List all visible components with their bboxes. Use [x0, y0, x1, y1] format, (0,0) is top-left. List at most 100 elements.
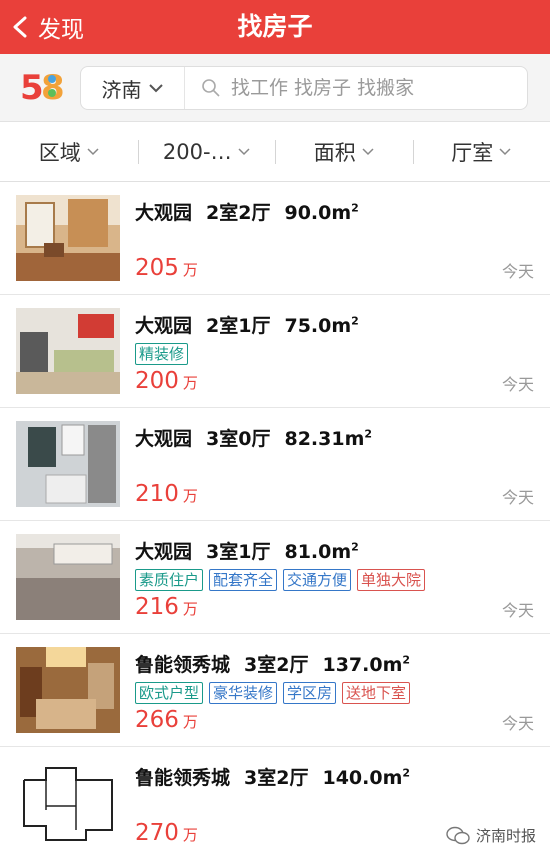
city-selector[interactable]: 济南	[81, 67, 185, 109]
floor-area: 81.0m2	[284, 540, 359, 563]
community-name: 大观园	[135, 202, 193, 224]
feature-tag: 学区房	[283, 682, 337, 704]
listing-headline: 大观园 3室1厅 81.0m2	[135, 537, 359, 564]
feature-tag: 配套齐全	[209, 569, 278, 591]
tag-list: 素质住户 配套齐全 交通方便 单独大院	[135, 569, 426, 591]
filter-label: 厅室	[451, 140, 494, 165]
listing-photo	[16, 195, 120, 281]
feature-tag: 精装修	[135, 343, 189, 365]
listing-photo	[16, 534, 120, 620]
room-layout: 3室2厅	[244, 767, 309, 789]
chevron-down-icon	[362, 147, 374, 155]
back-button[interactable]: 发现	[10, 8, 84, 46]
city-label: 济南	[101, 77, 142, 102]
feature-tag: 交通方便	[283, 569, 352, 591]
community-name: 鲁能领秀城	[135, 767, 231, 789]
watermark: 济南时报	[446, 825, 536, 846]
listing-headline: 大观园 3室0厅 82.31m2	[135, 424, 372, 451]
listing-price: 210 万	[135, 481, 198, 507]
feature-tag: 素质住户	[135, 569, 204, 591]
listing-headline: 鲁能领秀城 3室2厅 137.0m2	[135, 650, 410, 677]
listing-price: 266 万	[135, 707, 198, 733]
listing-headline: 大观园 2室2厅 90.0m2	[135, 198, 359, 225]
brand-58-logo[interactable]: 5 8	[20, 66, 68, 106]
listing-photo	[16, 421, 120, 507]
listing-date: 今天	[501, 488, 534, 507]
listing-list: 大观园 2室2厅 90.0m2 205 万 今天 大观园 2室1厅 75.0m2 精装修 …	[0, 182, 550, 860]
price-unit: 万	[182, 374, 198, 392]
community-name: 大观园	[135, 315, 193, 337]
logo-dot-green	[48, 89, 56, 97]
price-unit: 万	[182, 826, 198, 844]
filter-price[interactable]: 200-…	[137, 122, 276, 181]
logo-digit-8: 8	[41, 68, 65, 106]
listing-price: 216 万	[135, 594, 198, 620]
room-layout: 3室2厅	[244, 654, 309, 676]
listing-item[interactable]: 大观园 3室0厅 82.31m2 210 万 今天	[0, 408, 550, 521]
tag-list: 精装修	[135, 343, 189, 365]
listing-headline: 鲁能领秀城 3室2厅 140.0m2	[135, 763, 410, 790]
filter-label: 区域	[38, 140, 81, 165]
watermark-text: 济南时报	[475, 827, 536, 845]
top-nav-bar: 发现 找房子	[0, 0, 550, 54]
search-box: 济南	[80, 66, 528, 110]
filter-label: 面积	[313, 140, 356, 165]
price-value: 270	[135, 820, 179, 846]
logo-dot-blue	[48, 75, 56, 83]
floor-area: 90.0m2	[284, 201, 359, 224]
listing-price: 200 万	[135, 368, 198, 394]
listing-date: 今天	[501, 714, 534, 733]
wechat-icon	[446, 826, 470, 844]
chevron-down-icon	[148, 84, 163, 93]
price-unit: 万	[182, 713, 198, 731]
search-input[interactable]	[231, 71, 521, 105]
community-name: 大观园	[135, 541, 193, 563]
room-layout: 3室1厅	[206, 541, 271, 563]
listing-date: 今天	[501, 601, 534, 620]
search-row: 5 8 济南	[0, 54, 550, 122]
room-layout: 2室2厅	[206, 202, 271, 224]
chevron-left-icon	[13, 16, 27, 38]
community-name: 鲁能领秀城	[135, 654, 231, 676]
chevron-down-icon	[87, 147, 99, 155]
filter-label: 200-…	[162, 139, 232, 164]
listing-item[interactable]: 大观园 2室2厅 90.0m2 205 万 今天	[0, 182, 550, 295]
community-name: 大观园	[135, 428, 193, 450]
price-unit: 万	[182, 600, 198, 618]
back-button-label: 发现	[38, 17, 84, 43]
listing-item[interactable]: 大观园 2室1厅 75.0m2 精装修 200 万 今天	[0, 295, 550, 408]
listing-item[interactable]: 鲁能领秀城 3室2厅 137.0m2 欧式户型 豪华装修 学区房 送地下室 266 万…	[0, 634, 550, 747]
price-value: 200	[135, 368, 179, 394]
feature-tag: 送地下室	[342, 682, 411, 704]
listing-photo	[16, 760, 120, 846]
feature-tag: 单独大院	[357, 569, 426, 591]
filter-rooms[interactable]: 厅室	[412, 122, 550, 181]
filter-bar: 区域 200-… 面积 厅室	[0, 122, 550, 182]
chevron-down-icon	[238, 147, 250, 155]
price-unit: 万	[182, 487, 198, 505]
feature-tag: 欧式户型	[135, 682, 204, 704]
listing-photo	[16, 308, 120, 394]
floor-area: 82.31m2	[284, 427, 373, 450]
price-value: 216	[135, 594, 179, 620]
listing-date: 今天	[501, 375, 534, 394]
chevron-down-icon	[499, 147, 511, 155]
price-value: 205	[135, 255, 179, 281]
room-layout: 3室0厅	[206, 428, 271, 450]
price-value: 210	[135, 481, 179, 507]
feature-tag: 豪华装修	[209, 682, 278, 704]
floor-area: 137.0m2	[322, 653, 411, 676]
listing-headline: 大观园 2室1厅 75.0m2	[135, 311, 359, 338]
filter-district[interactable]: 区域	[0, 122, 138, 181]
listing-item[interactable]: 大观园 3室1厅 81.0m2 素质住户 配套齐全 交通方便 单独大院 216 万 今…	[0, 521, 550, 634]
listing-date: 今天	[501, 262, 534, 281]
tag-list: 欧式户型 豪华装修 学区房 送地下室	[135, 682, 411, 704]
listing-price: 270 万	[135, 820, 198, 846]
floor-area: 75.0m2	[284, 314, 359, 337]
listing-photo	[16, 647, 120, 733]
floor-area: 140.0m2	[322, 766, 411, 789]
search-icon	[202, 79, 220, 97]
filter-area[interactable]: 面积	[275, 122, 413, 181]
room-layout: 2室1厅	[206, 315, 271, 337]
listing-price: 205 万	[135, 255, 198, 281]
